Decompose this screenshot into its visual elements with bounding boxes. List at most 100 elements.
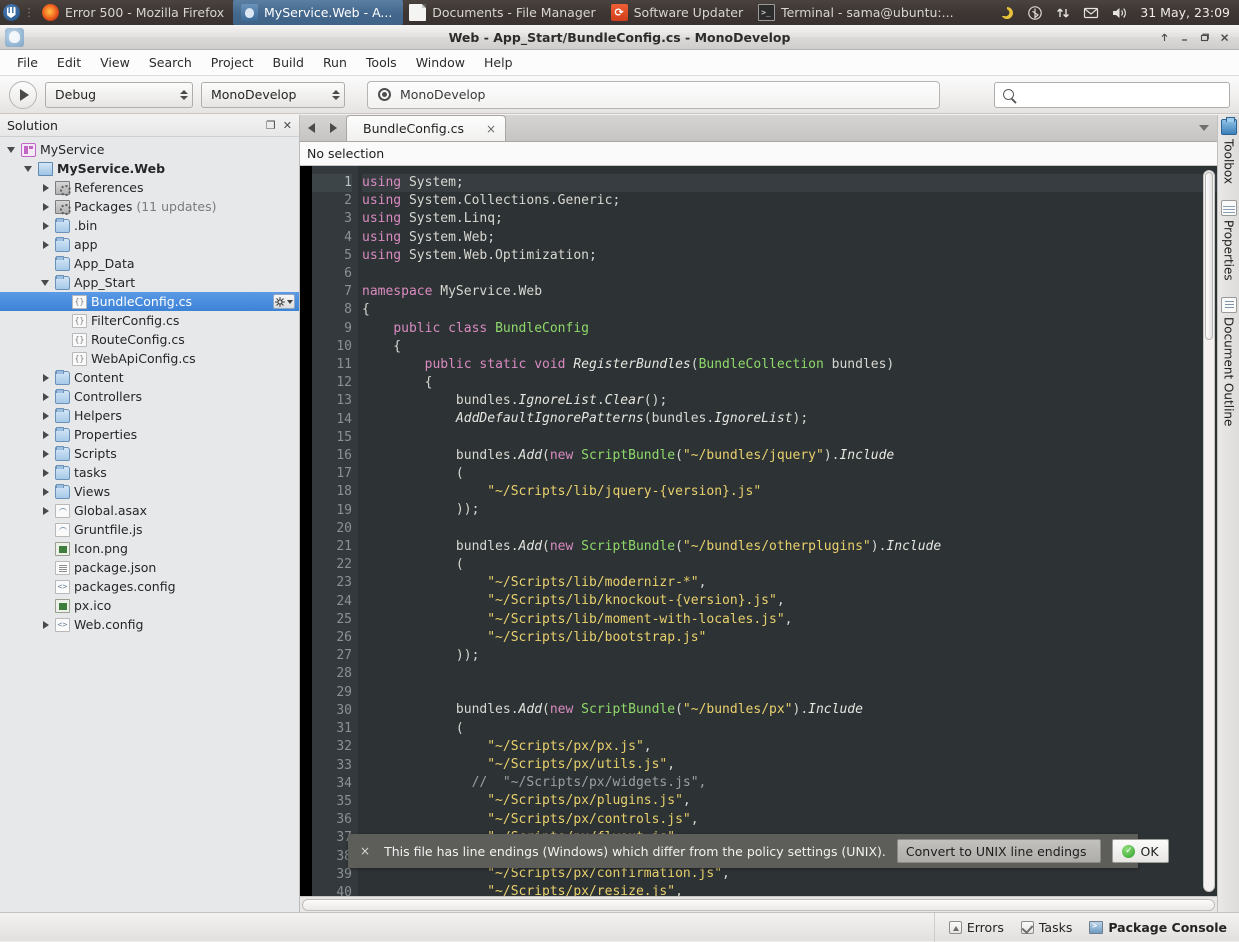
expander-closed-icon[interactable] (40, 505, 51, 516)
search-box[interactable] (994, 81, 1230, 108)
code-line[interactable]: bundles.Add(new ScriptBundle("~/bundles/… (362, 701, 1217, 719)
code-line[interactable]: ( (362, 556, 1217, 574)
tab-list-dropdown-button[interactable] (1191, 115, 1217, 141)
code-line[interactable]: )); (362, 501, 1217, 519)
close-icon[interactable]: × (357, 844, 373, 858)
tree-item-package-json[interactable]: package.json (0, 558, 299, 577)
taskbar-item-4[interactable]: >_ Terminal - sama@ubuntu:... (752, 0, 962, 25)
close-button[interactable] (1215, 28, 1234, 46)
ubuntu-bvnc-logo-icon[interactable] (0, 0, 22, 25)
expander-open-icon[interactable] (6, 144, 17, 155)
code-editor[interactable]: 1 2 3 4 5 6 7 8 9 10 11 12 13 14 15 16 17 18 19 20 21 22 23 24 2… (300, 166, 1217, 896)
configuration-selector[interactable]: Debug (45, 81, 193, 108)
expander-closed-icon[interactable] (40, 467, 51, 478)
path-bar[interactable]: No selection (300, 142, 1217, 166)
expander-closed-icon[interactable] (40, 429, 51, 440)
tree-item-routeconfig-cs[interactable]: {} RouteConfig.cs (0, 330, 299, 349)
tree-item-gruntfile-js[interactable]: Gruntfile.js (0, 520, 299, 539)
tree-item-app[interactable]: app (0, 235, 299, 254)
tree-item-webapiconfig-cs[interactable]: {} WebApiConfig.cs (0, 349, 299, 368)
expander-closed-icon[interactable] (40, 391, 51, 402)
ok-button[interactable]: ✓ OK (1112, 839, 1169, 863)
expander-open-icon[interactable] (40, 277, 51, 288)
bluetooth-icon[interactable] (1026, 4, 1044, 22)
network-icon[interactable] (1054, 4, 1072, 22)
run-button[interactable] (9, 80, 37, 109)
expander-open-icon[interactable] (23, 163, 34, 174)
line-endings-action-selector[interactable]: Convert to UNIX line endings (896, 839, 1102, 863)
project-selector[interactable]: MonoDevelop (201, 81, 345, 108)
expander-closed-icon[interactable] (40, 410, 51, 421)
code-line[interactable]: ( (362, 465, 1217, 483)
code-line[interactable]: { (362, 338, 1217, 356)
pad-undock-button[interactable]: ❐ (266, 119, 276, 132)
code-text-area[interactable]: using System; using System.Collections.Ge… (358, 166, 1217, 896)
expander-closed-icon[interactable] (40, 201, 51, 212)
tree-item-references[interactable]: References (0, 178, 299, 197)
shade-button[interactable] (1155, 28, 1174, 46)
tree-item-px-ico[interactable]: px.ico (0, 596, 299, 615)
dock-item-toolbox[interactable]: Toolbox (1220, 117, 1237, 184)
ubuntuone-icon[interactable] (998, 4, 1016, 22)
code-line[interactable]: "~/Scripts/px/controls.js", (362, 811, 1217, 829)
expander-closed-icon[interactable] (40, 182, 51, 193)
dock-item-document-outline[interactable]: Document Outline (1220, 296, 1237, 426)
code-line[interactable]: "~/Scripts/px/utils.js", (362, 756, 1217, 774)
status-pad-errors[interactable]: Errors (948, 920, 1004, 935)
code-line[interactable]: using System.Linq; (362, 210, 1217, 228)
code-line[interactable] (362, 683, 1217, 701)
expander-closed-icon[interactable] (40, 372, 51, 383)
menu-run[interactable]: Run (314, 52, 356, 73)
taskbar-item-1[interactable]: MyService.Web - A... (233, 0, 404, 25)
code-line[interactable]: "~/Scripts/px/plugins.js", (362, 792, 1217, 810)
tree-item-packages-config[interactable]: <> packages.config (0, 577, 299, 596)
status-widget[interactable]: MonoDevelop (367, 80, 940, 109)
tree-item-global-asax[interactable]: Global.asax (0, 501, 299, 520)
clock[interactable]: 31 May, 23:09 (1138, 5, 1230, 20)
code-line[interactable]: public static void RegisterBundles(Bundl… (362, 356, 1217, 374)
tree-item-properties[interactable]: Properties (0, 425, 299, 444)
menu-search[interactable]: Search (140, 52, 201, 73)
editor-horizontal-scrollbar[interactable] (300, 896, 1217, 912)
status-pad-tasks[interactable]: Tasks (1020, 920, 1072, 935)
code-line[interactable]: "~/Scripts/lib/knockout-{version}.js", (362, 592, 1217, 610)
menu-window[interactable]: Window (407, 52, 474, 73)
close-icon[interactable]: × (486, 122, 496, 136)
expander-closed-icon[interactable] (40, 448, 51, 459)
taskbar-item-0[interactable]: Error 500 - Mozilla Firefox (36, 0, 233, 25)
taskbar-item-3[interactable]: ⟳ Software Updater (605, 0, 753, 25)
tree-item--bin[interactable]: .bin (0, 216, 299, 235)
tree-item-icon-png[interactable]: Icon.png (0, 539, 299, 558)
expander-closed-icon[interactable] (40, 486, 51, 497)
volume-icon[interactable] (1110, 4, 1128, 22)
code-line[interactable]: { (362, 374, 1217, 392)
code-line[interactable] (362, 265, 1217, 283)
tree-item-controllers[interactable]: Controllers (0, 387, 299, 406)
tab-previous-button[interactable] (300, 115, 322, 141)
fold-margin[interactable] (300, 166, 312, 896)
tree-item-app-data[interactable]: App_Data (0, 254, 299, 273)
editor-vertical-scrollbar[interactable] (1203, 170, 1215, 892)
code-line[interactable]: bundles.Add(new ScriptBundle("~/bundles/… (362, 538, 1217, 556)
tab-next-button[interactable] (322, 115, 344, 141)
code-line[interactable]: using System.Collections.Generic; (362, 192, 1217, 210)
code-line[interactable]: bundles.IgnoreList.Clear(); (362, 392, 1217, 410)
code-line[interactable]: "~/Scripts/px/resize.js", (362, 883, 1217, 896)
tree-item-myservice[interactable]: MyService (0, 140, 299, 159)
tree-item-content[interactable]: Content (0, 368, 299, 387)
code-line[interactable]: AddDefaultIgnorePatterns(bundles.IgnoreL… (362, 410, 1217, 428)
tree-item-app-start[interactable]: App_Start (0, 273, 299, 292)
mail-icon[interactable] (1082, 4, 1100, 22)
search-input[interactable] (1020, 87, 1221, 102)
tree-item-myservice-web[interactable]: MyService.Web (0, 159, 299, 178)
expander-closed-icon[interactable] (40, 239, 51, 250)
tree-item-tasks[interactable]: tasks (0, 463, 299, 482)
tree-item-views[interactable]: Views (0, 482, 299, 501)
minimize-button[interactable] (1175, 28, 1194, 46)
code-line[interactable]: using System.Web.Optimization; (362, 247, 1217, 265)
tree-item-helpers[interactable]: Helpers (0, 406, 299, 425)
menu-build[interactable]: Build (264, 52, 313, 73)
code-line[interactable] (362, 520, 1217, 538)
code-line[interactable]: "~/Scripts/lib/jquery-{version}.js" (362, 483, 1217, 501)
maximize-button[interactable] (1195, 28, 1214, 46)
